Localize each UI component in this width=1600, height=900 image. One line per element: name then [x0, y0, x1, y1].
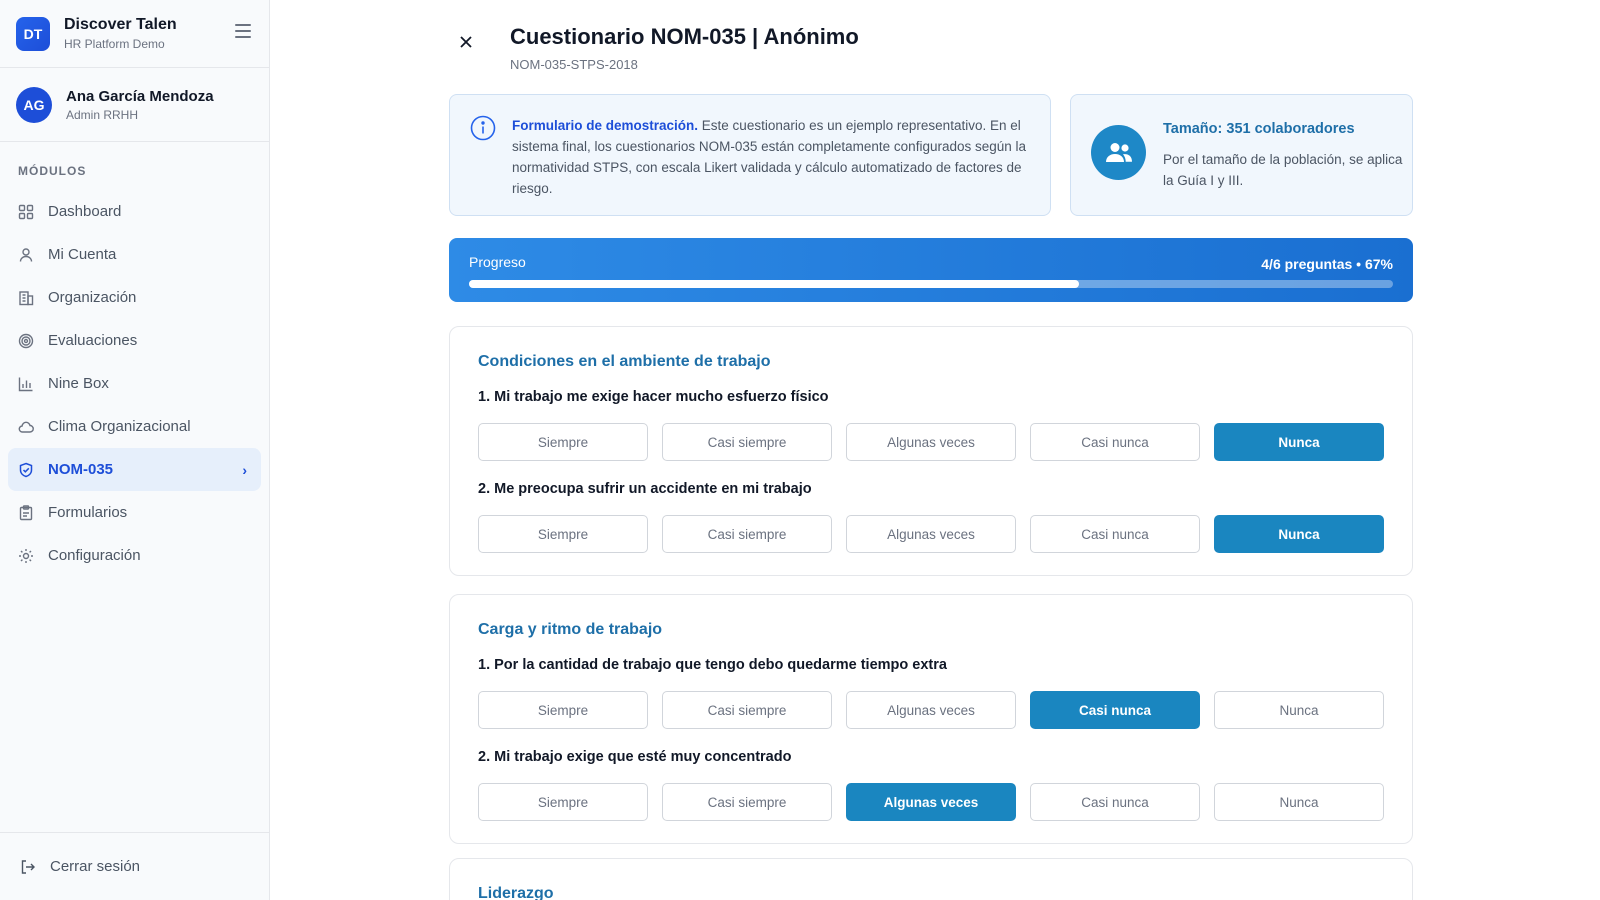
section-title: Condiciones en el ambiente de trabajo: [478, 353, 771, 370]
sidebar-item-nine-box[interactable]: Nine Box: [8, 362, 261, 405]
brand-logo: DT: [16, 16, 50, 51]
sidebar-item-evaluaciones[interactable]: Evaluaciones: [8, 319, 261, 362]
population-size-text: Por el tamaño de la población, se aplica…: [1163, 152, 1403, 188]
option-casi-nunca[interactable]: Casi nunca: [1030, 783, 1200, 821]
answer-options: Siempre Casi siempre Algunas veces Casi …: [478, 691, 1384, 729]
answer-options: Siempre Casi siempre Algunas veces Casi …: [478, 515, 1384, 553]
option-siempre[interactable]: Siempre: [478, 691, 648, 729]
population-size-title: Tamaño: 351 colaboradores: [1163, 121, 1355, 137]
option-algunas-veces[interactable]: Algunas veces: [846, 783, 1016, 821]
option-casi-nunca[interactable]: Casi nunca: [1030, 515, 1200, 553]
info-bold: Formulario de demostración.: [512, 118, 699, 133]
option-nunca[interactable]: Nunca: [1214, 423, 1384, 461]
menu-icon[interactable]: [235, 24, 251, 38]
sidebar-item-label: Nine Box: [48, 375, 109, 392]
target-icon: [18, 333, 34, 349]
sidebar: DT Discover Talen HR Platform Demo AG An…: [0, 0, 270, 900]
progress-banner: Progreso 4/6 preguntas • 67%: [449, 238, 1413, 302]
option-nunca[interactable]: Nunca: [1214, 691, 1384, 729]
section-title: Carga y ritmo de trabajo: [478, 621, 663, 638]
bar-chart-icon: [18, 376, 34, 392]
info-icon: [470, 115, 496, 147]
option-casi-siempre[interactable]: Casi siempre: [662, 783, 832, 821]
section-carga-ritmo: Carga y ritmo de trabajo 1. Por la canti…: [449, 594, 1413, 844]
sidebar-item-formularios[interactable]: Formularios: [8, 491, 261, 534]
sidebar-item-label: Mi Cuenta: [48, 246, 117, 263]
sidebar-item-configuracion[interactable]: Configuración: [8, 534, 261, 577]
section-title: Liderazgo: [478, 885, 554, 900]
option-algunas-veces[interactable]: Algunas veces: [846, 423, 1016, 461]
grid-icon: [18, 204, 34, 220]
option-casi-siempre[interactable]: Casi siempre: [662, 423, 832, 461]
sidebar-item-organizacion[interactable]: Organización: [8, 276, 261, 319]
clipboard-icon: [18, 504, 34, 521]
progress-fill: [469, 280, 1079, 288]
sidebar-item-dashboard[interactable]: Dashboard: [8, 190, 261, 233]
option-casi-siempre[interactable]: Casi siempre: [662, 515, 832, 553]
user-icon: [18, 247, 34, 263]
option-algunas-veces[interactable]: Algunas veces: [846, 691, 1016, 729]
progress-label: Progreso: [469, 254, 526, 270]
sidebar-item-label: Clima Organizacional: [48, 418, 191, 435]
section-liderazgo: Liderazgo: [449, 858, 1413, 900]
main-content: Cuestionario NOM-035 | Anónimo NOM-035-S…: [270, 0, 1600, 900]
chevron-right-icon: ›: [242, 461, 247, 478]
sidebar-item-label: NOM-035: [48, 461, 114, 478]
sidebar-item-nom-035[interactable]: NOM-035 ›: [8, 448, 261, 491]
gear-icon: [18, 548, 34, 564]
user-name: Ana García Mendoza: [66, 87, 214, 105]
page-code: NOM-035-STPS-2018: [510, 57, 638, 72]
user-role: Admin RRHH: [66, 107, 139, 122]
cloud-icon: [18, 419, 34, 435]
question-text: 1. Por la cantidad de trabajo que tengo …: [478, 657, 947, 673]
option-algunas-veces[interactable]: Algunas veces: [846, 515, 1016, 553]
population-size-card: Tamaño: 351 colaboradores Por el tamaño …: [1070, 94, 1413, 216]
close-icon[interactable]: [458, 34, 474, 50]
sidebar-item-label: Formularios: [48, 504, 128, 521]
option-casi-nunca[interactable]: Casi nunca: [1030, 423, 1200, 461]
sidebar-item-label: Configuración: [48, 547, 141, 564]
option-siempre[interactable]: Siempre: [478, 515, 648, 553]
sidebar-item-label: Dashboard: [48, 203, 122, 220]
question-text: 2. Mi trabajo exige que esté muy concent…: [478, 749, 792, 765]
option-siempre[interactable]: Siempre: [478, 423, 648, 461]
sidebar-item-label: Organización: [48, 289, 137, 306]
page-title: Cuestionario NOM-035 | Anónimo: [510, 24, 859, 49]
progress-track: [469, 280, 1393, 288]
answer-options: Siempre Casi siempre Algunas veces Casi …: [478, 423, 1384, 461]
option-siempre[interactable]: Siempre: [478, 783, 648, 821]
brand-subtitle: HR Platform Demo: [64, 37, 165, 51]
user-profile: AG Ana García Mendoza Admin RRHH: [0, 68, 269, 142]
option-nunca[interactable]: Nunca: [1214, 515, 1384, 553]
brand-text: Discover Talen HR Platform Demo: [64, 16, 177, 51]
users-icon: [1091, 125, 1146, 180]
answer-options: Siempre Casi siempre Algunas veces Casi …: [478, 783, 1384, 821]
building-icon: [18, 290, 34, 306]
question-text: 2. Me preocupa sufrir un accidente en mi…: [478, 481, 812, 497]
option-nunca[interactable]: Nunca: [1214, 783, 1384, 821]
logout-icon: [20, 859, 36, 875]
option-casi-nunca[interactable]: Casi nunca: [1030, 691, 1200, 729]
shield-icon: [18, 462, 34, 478]
brand-header: DT Discover Talen HR Platform Demo: [0, 0, 269, 68]
avatar: AG: [16, 86, 52, 123]
brand-title: Discover Talen: [64, 16, 177, 33]
sidebar-item-label: Evaluaciones: [48, 332, 138, 349]
question-text: 1. Mi trabajo me exige hacer mucho esfue…: [478, 389, 829, 405]
logout-label: Cerrar sesión: [50, 858, 141, 875]
sidebar-item-clima[interactable]: Clima Organizacional: [8, 405, 261, 448]
progress-count: 4/6 preguntas • 67%: [1261, 256, 1393, 272]
user-text: Ana García Mendoza Admin RRHH: [66, 88, 214, 122]
logout-button[interactable]: Cerrar sesión: [0, 832, 270, 900]
section-ambiente-trabajo: Condiciones en el ambiente de trabajo 1.…: [449, 326, 1413, 576]
option-casi-siempre[interactable]: Casi siempre: [662, 691, 832, 729]
modules-label: MÓDULOS: [18, 164, 87, 178]
sidebar-item-mi-cuenta[interactable]: Mi Cuenta: [8, 233, 261, 276]
demo-info-card: Formulario de demostración. Este cuestio…: [449, 94, 1051, 216]
